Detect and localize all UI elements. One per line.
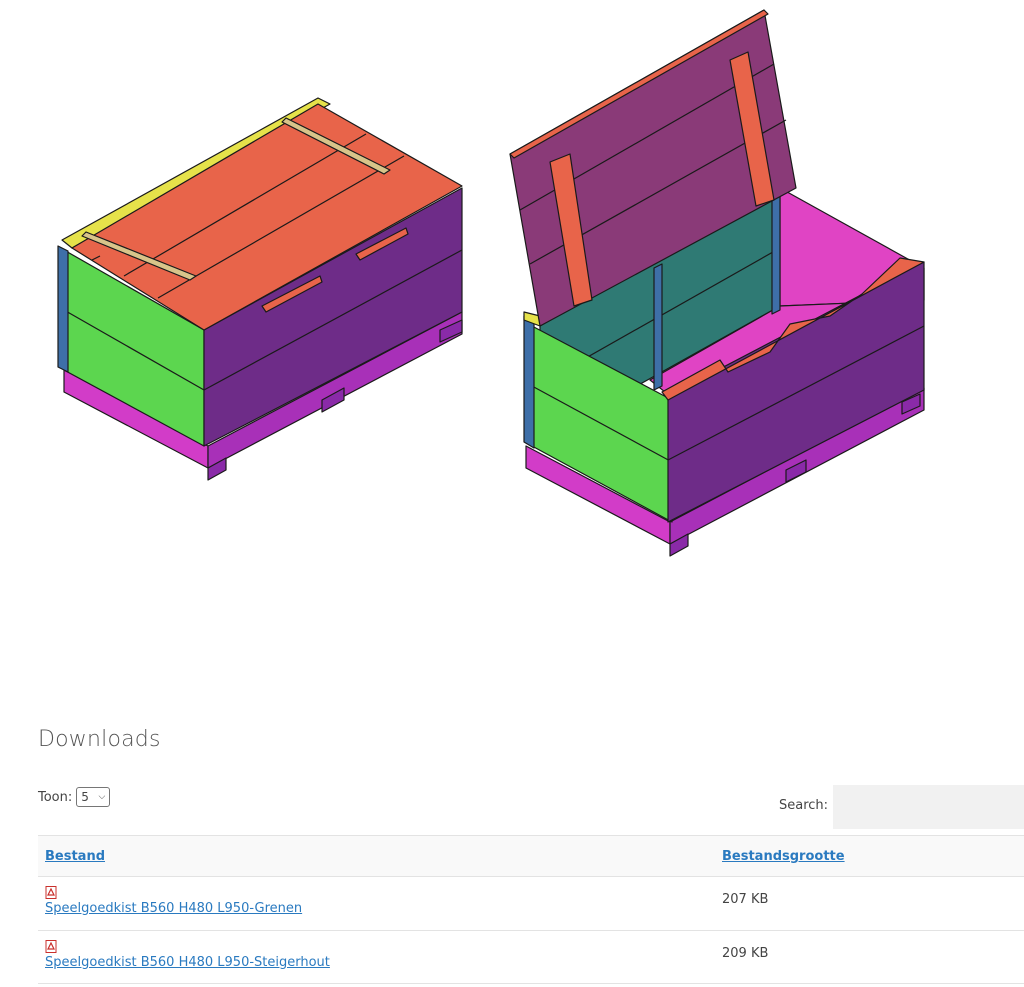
downloads-heading: Downloads xyxy=(38,727,161,752)
open-chest xyxy=(509,9,925,557)
table-header-row: Bestand Bestandsgrootte xyxy=(38,835,1024,876)
pdf-icon xyxy=(45,886,57,899)
file-link[interactable]: Speelgoedkist B560 H480 L950-Steigerhout xyxy=(45,955,330,970)
chest-illustration xyxy=(57,9,925,557)
file-link[interactable]: Speelgoedkist B560 H480 L950-Grenen xyxy=(45,901,302,916)
search-label: Search: xyxy=(779,798,829,813)
column-header-bestandsgrootte[interactable]: Bestandsgrootte xyxy=(722,849,845,864)
page-length-control: Toon: 5 ⌵ xyxy=(38,787,111,807)
file-size: 209 KB xyxy=(722,946,769,961)
toon-label: Toon: xyxy=(38,789,73,805)
closed-chest xyxy=(57,97,463,481)
pdf-icon xyxy=(45,940,57,953)
table-row: Speelgoedkist B560 H480 L950-Steigerhout… xyxy=(38,930,1024,984)
search-input[interactable] xyxy=(833,785,1024,829)
chevron-down-icon: ⌵ xyxy=(98,792,106,802)
file-size: 207 KB xyxy=(722,892,769,907)
table-row: Speelgoedkist B560 H480 L950-Grenen 207 … xyxy=(38,876,1024,930)
column-header-bestand[interactable]: Bestand xyxy=(45,849,105,864)
page-length-select[interactable]: 5 ⌵ xyxy=(76,787,111,807)
downloads-table: Bestand Bestandsgrootte Speelgoedkist B5… xyxy=(38,835,1024,984)
page-length-value: 5 xyxy=(81,790,89,804)
